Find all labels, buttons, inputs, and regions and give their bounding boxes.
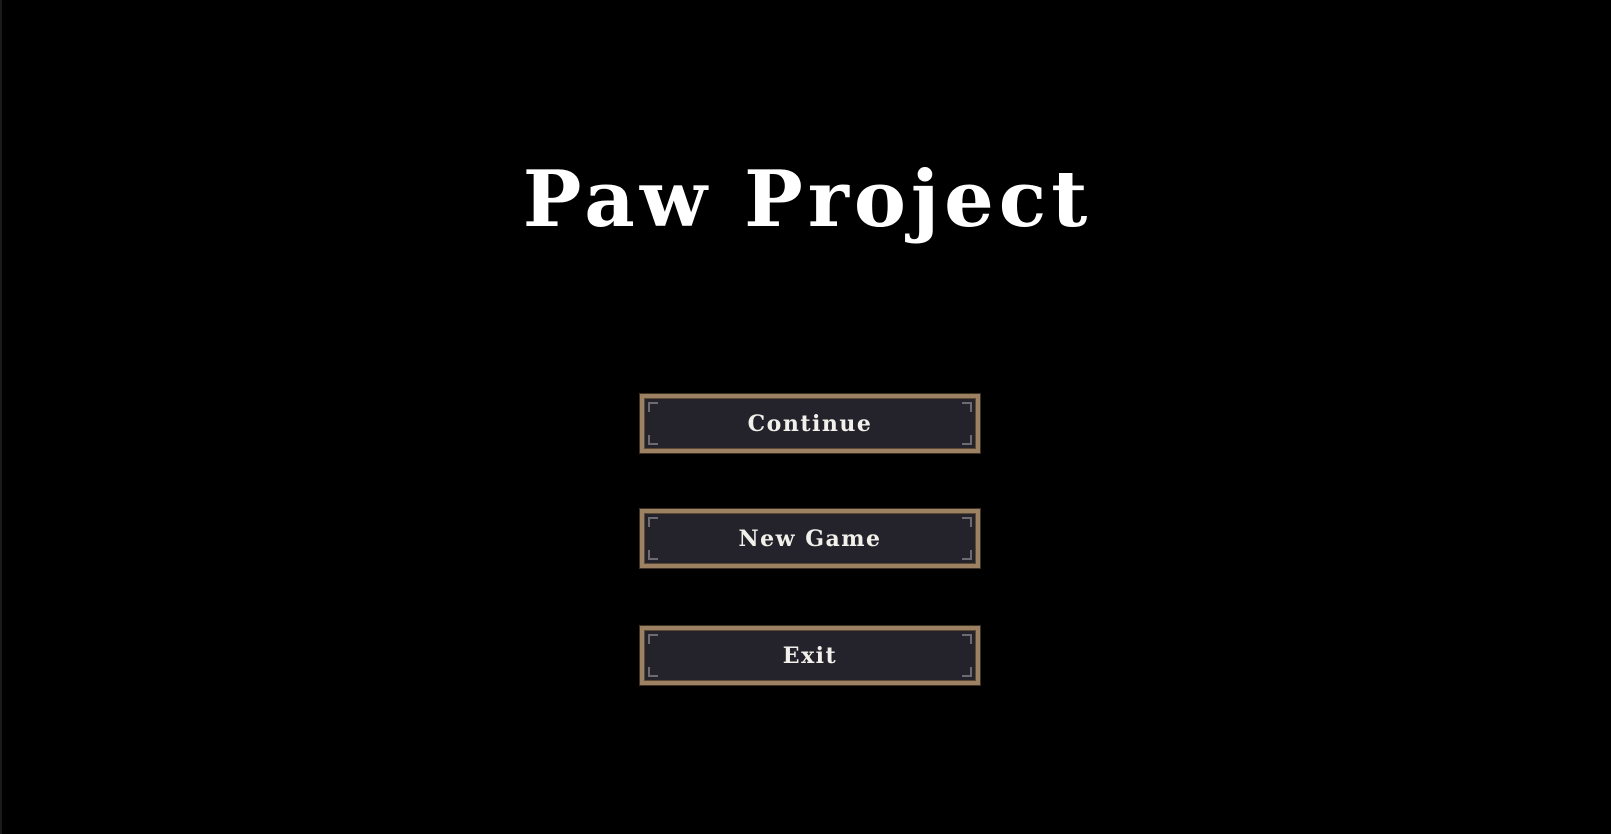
- new-game-button-label: New Game: [738, 525, 882, 552]
- continue-button[interactable]: Continue: [640, 394, 980, 453]
- exit-button-label: Exit: [782, 642, 838, 669]
- new-game-button[interactable]: New Game: [640, 509, 980, 568]
- exit-button[interactable]: Exit: [640, 626, 980, 685]
- continue-button-label: Continue: [747, 410, 873, 437]
- game-title: Paw Project: [522, 154, 1093, 245]
- main-menu-screen: Paw Project Continue New Game Exit: [0, 0, 1611, 834]
